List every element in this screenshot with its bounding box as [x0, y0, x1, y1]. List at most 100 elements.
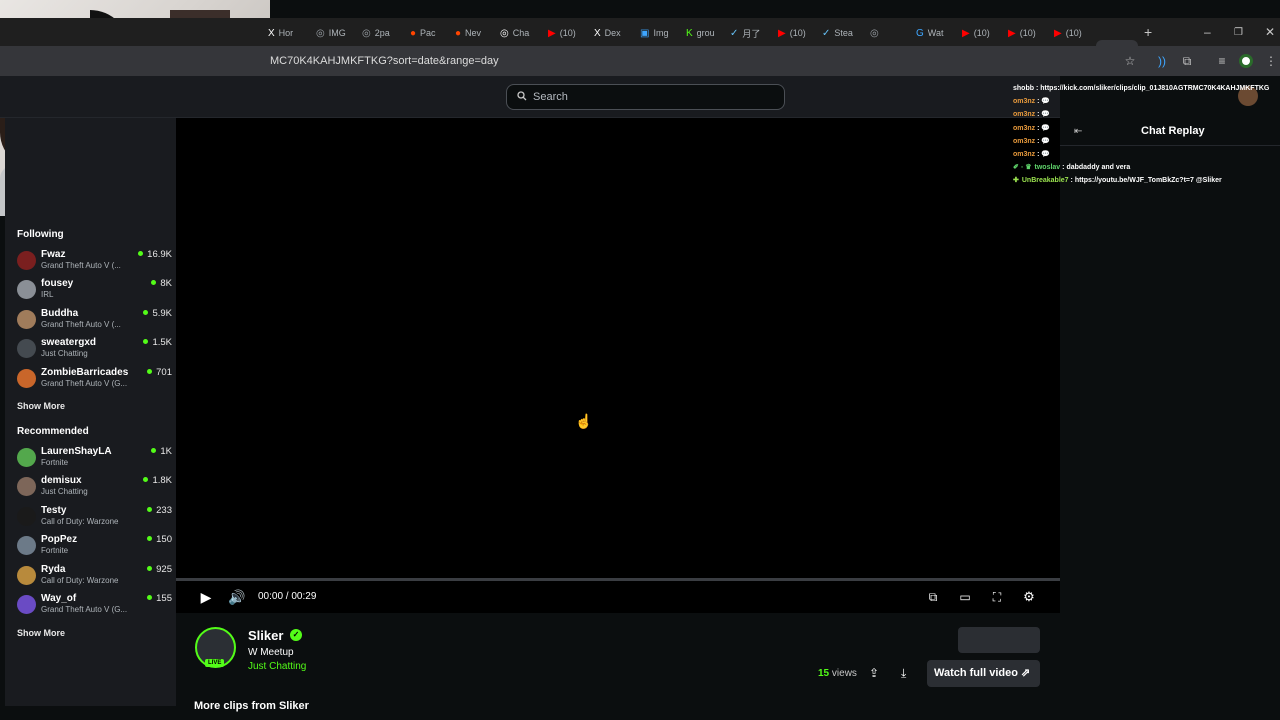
browser-tab[interactable]: Kgrou [686, 23, 715, 43]
viewer-count: 1.5K [143, 337, 172, 348]
sidebar-channel[interactable]: Way_of Grand Theft Auto V (G... 155 [17, 593, 172, 619]
browser-tab[interactable]: ▶ (10) [548, 23, 576, 43]
channel-category: Fortnite [41, 546, 69, 556]
media-control-icon[interactable]: ≡ [1215, 54, 1229, 68]
streamer-name[interactable]: Sliker [248, 628, 283, 643]
sidebar-channel[interactable]: Buddha Grand Theft Auto V (... 5.9K [17, 308, 172, 334]
chat-username[interactable]: om3nz [1013, 125, 1035, 132]
sidebar-channel[interactable]: Ryda Call of Duty: Warzone 925 [17, 564, 172, 590]
show-more-following[interactable]: Show More [17, 401, 65, 411]
watch-full-video-button[interactable]: Watch full video ⇗ [927, 660, 1040, 687]
tab-favicon-icon: ▶ [1054, 27, 1062, 39]
browser-tab[interactable]: ◎ IMG [316, 23, 346, 43]
sidebar-channel[interactable]: sweatergxd Just Chatting 1.5K [17, 337, 172, 363]
cast-icon[interactable]: )) [1155, 54, 1169, 68]
channel-name: Testy [41, 504, 67, 516]
chat-text: https://youtu.be/WJF_TomBkZc?t=7 @Sliker [1074, 177, 1222, 185]
follow-button[interactable] [958, 627, 1040, 653]
search-placeholder: Search [533, 91, 568, 103]
chat-message: ✐ ◦ ♛ twoslav : dabdaddy and vera [1013, 161, 1280, 174]
views-number: 15 [818, 668, 830, 679]
browser-tab[interactable]: ◎ Cha [500, 23, 529, 43]
sidebar-channel[interactable]: Fwaz Grand Theft Auto V (... 16.9K [17, 249, 172, 275]
search-input[interactable]: Search [506, 84, 785, 110]
show-more-recommended[interactable]: Show More [17, 628, 65, 638]
external-link-icon: ⇗ [1021, 667, 1031, 679]
share-icon[interactable]: ⇪ [869, 666, 879, 680]
chat-username[interactable]: twoslav [1035, 164, 1061, 171]
picture-in-picture-icon[interactable]: ⧉ [924, 588, 942, 606]
browser-tab[interactable]: X Hor [268, 23, 293, 43]
browser-tab[interactable]: ● Pac [410, 23, 436, 43]
close-window-icon[interactable]: ✕ [1265, 25, 1275, 39]
address-bar: MC70K4KAHJMKFTKG?sort=date&range=day ☆ )… [0, 46, 1280, 76]
channel-name: Buddha [41, 307, 79, 319]
browser-tab[interactable]: ▶ (10) [778, 23, 806, 43]
tab-favicon-icon: ▶ [1008, 27, 1016, 39]
browser-tab[interactable]: ● Nev [455, 23, 481, 43]
channel-avatar [17, 536, 36, 556]
chat-username[interactable]: shobb [1013, 85, 1034, 92]
browser-tab[interactable]: ▶ (10) [1054, 23, 1082, 43]
volume-icon[interactable]: 🔊 [228, 588, 246, 606]
sidebar-channel[interactable]: demisux Just Chatting 1.8K [17, 475, 172, 501]
browser-tab[interactable]: G Wat [916, 23, 943, 43]
sidebar-channel[interactable]: LaurenShayLA Fortnite 1K [17, 446, 172, 472]
tab-favicon-icon: ◎ [316, 27, 325, 39]
chat-username[interactable]: UnBreakable7 [1022, 177, 1069, 184]
sidebar-channel[interactable]: Testy Call of Duty: Warzone 233 [17, 505, 172, 531]
chat-text: 💬 [1041, 137, 1051, 145]
channel-avatar [17, 477, 36, 497]
chat-username[interactable]: om3nz [1013, 138, 1035, 145]
channel-name: PopPez [41, 534, 78, 546]
profile-avatar-icon[interactable] [1239, 54, 1253, 68]
new-tab-button[interactable]: + [1144, 22, 1152, 42]
chat-message: ✚ UnBreakable7 : https://youtu.be/WJF_Tom… [1013, 174, 1280, 187]
chat-message: om3nz : 💬 [1013, 95, 1280, 108]
browser-tab[interactable]: ◎ [870, 23, 883, 43]
channel-avatar [17, 251, 36, 270]
browser-tab[interactable]: ✓ 月了 [730, 23, 760, 43]
tab-favicon-icon: K [686, 27, 693, 39]
play-icon[interactable]: ▶ [197, 588, 215, 606]
browser-tab[interactable]: X Dex [594, 23, 621, 43]
minimize-icon[interactable]: – [1204, 25, 1211, 39]
bookmark-star-icon[interactable]: ☆ [1123, 54, 1137, 68]
recommended-title: Recommended [17, 426, 89, 437]
tab-label: 月了 [742, 28, 761, 39]
tab-label: (10) [1065, 28, 1082, 38]
sidebar-channel[interactable]: PopPez Fortnite 150 [17, 534, 172, 560]
chat-username[interactable]: om3nz [1013, 111, 1035, 118]
channel-category: Just Chatting [41, 349, 88, 359]
theater-mode-icon[interactable]: ▭ [956, 588, 974, 606]
chat-username[interactable]: om3nz [1013, 151, 1035, 158]
channel-avatar [17, 565, 36, 585]
chat-text: 💬 [1041, 111, 1051, 119]
extensions-icon[interactable]: ⧉ [1180, 54, 1194, 68]
download-icon[interactable]: ⤓ [901, 666, 906, 681]
settings-icon[interactable]: ⚙ [1020, 588, 1038, 606]
browser-tab[interactable]: ▶ (10) [962, 23, 990, 43]
browser-tab[interactable]: ✓ Stea [822, 23, 853, 43]
tab-label: Img [653, 28, 669, 38]
browser-tab[interactable]: ▶ (10) [1008, 23, 1036, 43]
chat-text: 💬 [1041, 124, 1051, 132]
hand-cursor-icon: ☝ [575, 413, 593, 429]
chat-username[interactable]: om3nz [1013, 98, 1035, 105]
tab-favicon-icon: ✓ [730, 27, 739, 39]
sidebar-channel[interactable]: fousey IRL 8K [17, 278, 172, 304]
video-player[interactable] [176, 118, 1060, 580]
more-menu-icon[interactable]: ⋮ [1264, 54, 1278, 68]
fullscreen-icon[interactable]: ⛶ [988, 588, 1006, 606]
browser-tab[interactable]: ▣ Img [640, 23, 668, 43]
browser-tab[interactable]: ◎ 2pa [362, 23, 390, 43]
channel-name: Ryda [41, 563, 66, 575]
sidebar-channel[interactable]: ZombieBarricades Grand Theft Auto V (G...… [17, 367, 172, 393]
clip-category[interactable]: Just Chatting [248, 661, 306, 672]
channel-category: Call of Duty: Warzone [41, 575, 119, 585]
viewer-count: 155 [147, 593, 172, 604]
url-field[interactable]: MC70K4KAHJMKFTKG?sort=date&range=day [270, 55, 499, 67]
restore-icon[interactable]: ❐ [1234, 27, 1243, 38]
chat-message: om3nz : 💬 [1013, 148, 1280, 161]
tab-favicon-icon: X [594, 27, 601, 39]
